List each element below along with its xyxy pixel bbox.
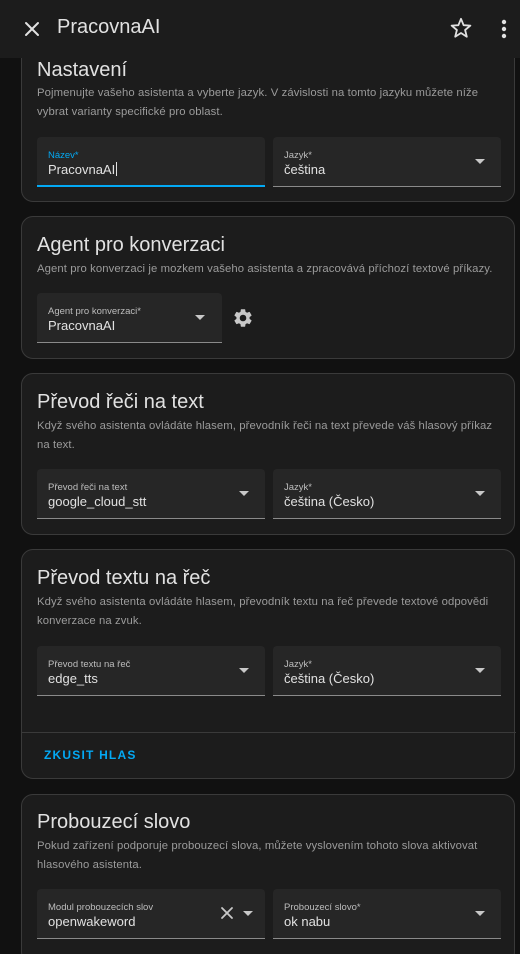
stt-language-value: čeština (Česko) — [284, 494, 375, 509]
conversation-agent-select[interactable]: Agent pro konverzaci* PracovnaAI — [37, 293, 222, 343]
tts-engine-label: Převod textu na řeč — [48, 659, 131, 670]
star-outline-icon[interactable] — [449, 16, 475, 42]
language-select[interactable]: Jazyk* čeština — [273, 137, 501, 187]
wakeword-word-value: ok nabu — [284, 914, 331, 929]
wakeword-word-select[interactable]: Probouzecí slovo* ok nabu — [273, 889, 501, 939]
tts-engine-select[interactable]: Převod textu na řeč edge_tts — [37, 646, 265, 696]
tts-card: Převod textu na řeč Když svého asistenta… — [21, 549, 516, 779]
more-vertical-icon[interactable] — [494, 16, 514, 42]
tts-title: Převod textu na řeč — [37, 567, 211, 589]
conversation-description: Agent pro konverzaci je mozkem vašeho as… — [37, 263, 493, 275]
clear-icon[interactable] — [220, 906, 234, 920]
language-select-value: čeština — [284, 162, 326, 177]
dropdown-arrow-icon — [475, 491, 485, 496]
dropdown-arrow-icon — [239, 668, 249, 673]
wakeword-module-label: Modul probouzecích slov — [48, 902, 154, 913]
settings-card: Nastavení Pojmenujte vašeho asistenta a … — [21, 34, 515, 202]
dropdown-arrow-icon — [475, 668, 485, 673]
tts-engine-value: edge_tts — [48, 671, 98, 686]
dropdown-arrow-icon — [239, 491, 249, 496]
conversation-card: Agent pro konverzaci Agent pro konverzac… — [21, 216, 515, 359]
stt-language-select[interactable]: Jazyk* čeština (Česko) — [273, 469, 501, 519]
top-app-bar: PracovnaAI — [0, 0, 520, 58]
conversation-title: Agent pro konverzaci — [37, 234, 225, 256]
dropdown-arrow-icon — [243, 911, 253, 916]
text-caret — [116, 162, 118, 176]
tts-language-value: čeština (Česko) — [284, 671, 375, 686]
stt-language-label: Jazyk* — [284, 482, 312, 493]
dropdown-arrow-icon — [475, 911, 485, 916]
stt-engine-label: Převod řeči na text — [48, 482, 128, 493]
page-title: PracovnaAI — [57, 16, 161, 38]
settings-description: Pojmenujte vašeho asistenta a vyberte ja… — [37, 87, 479, 118]
wakeword-title: Probouzecí slovo — [37, 811, 191, 833]
dropdown-arrow-icon — [195, 315, 205, 320]
language-select-label: Jazyk* — [284, 150, 312, 161]
tts-language-label: Jazyk* — [284, 659, 312, 670]
tts-language-select[interactable]: Jazyk* čeština (Česko) — [273, 646, 501, 696]
close-icon[interactable] — [18, 15, 46, 43]
agent-select-value: PracovnaAI — [48, 318, 116, 333]
wakeword-word-label: Probouzecí slovo* — [284, 902, 361, 913]
name-field-label: Název* — [48, 150, 79, 161]
card-divider — [22, 732, 516, 733]
name-field-value[interactable]: PracovnaAI — [48, 162, 118, 177]
wakeword-card: Probouzecí slovo Pokud zařízení podporuj… — [21, 794, 515, 954]
name-field[interactable]: Název* PracovnaAI — [37, 137, 265, 187]
agent-select-label: Agent pro konverzaci* — [48, 306, 141, 317]
gear-icon[interactable] — [232, 307, 254, 329]
stt-engine-value: google_cloud_stt — [48, 494, 147, 509]
try-voice-button[interactable]: ZKUSIT HLAS — [44, 748, 137, 762]
dropdown-arrow-icon — [475, 159, 485, 164]
wakeword-description: Pokud zařízení podporuje probouzecí slov… — [37, 840, 478, 871]
settings-title: Nastavení — [37, 59, 128, 81]
wakeword-module-value: openwakeword — [48, 914, 136, 929]
stt-title: Převod řeči na text — [37, 391, 204, 413]
tts-description: Když svého asistenta ovládáte hlasem, př… — [37, 596, 489, 627]
wakeword-module-select[interactable]: Modul probouzecích slov openwakeword — [37, 889, 265, 939]
stt-engine-select[interactable]: Převod řeči na text google_cloud_stt — [37, 469, 265, 519]
stt-description: Když svého asistenta ovládáte hlasem, př… — [37, 420, 493, 451]
stt-card: Převod řeči na text Když svého asistenta… — [21, 373, 515, 535]
